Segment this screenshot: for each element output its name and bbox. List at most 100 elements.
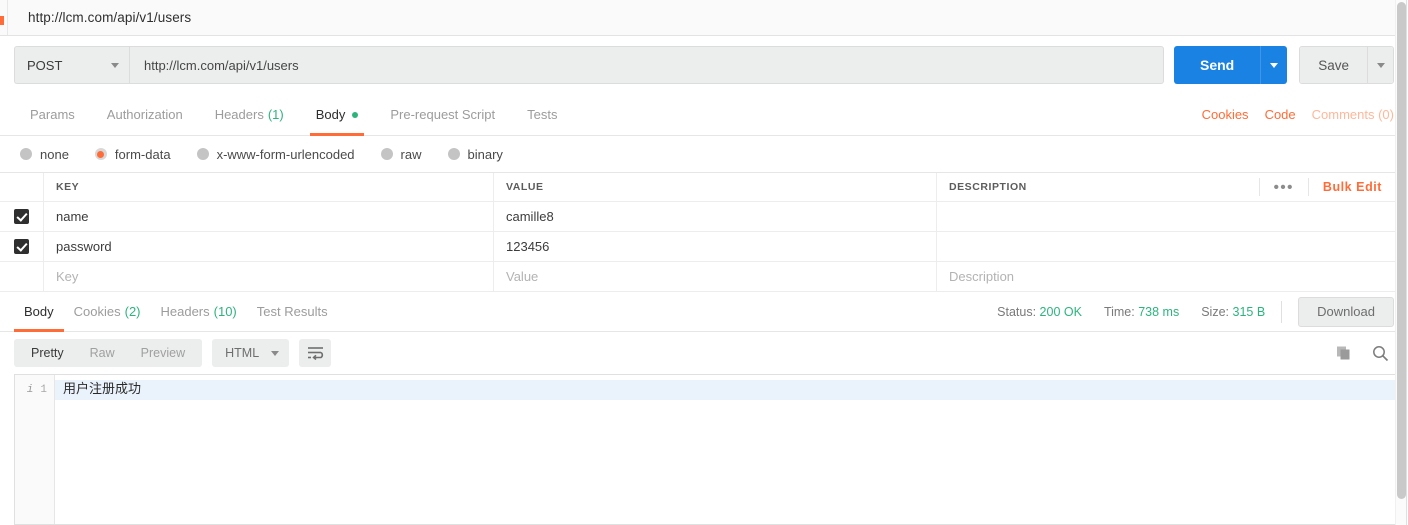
- save-options-button[interactable]: [1367, 47, 1393, 83]
- table-row[interactable]: name camille8: [0, 202, 1408, 232]
- response-tab-headers[interactable]: Headers (10): [151, 292, 247, 332]
- checkbox-checked-icon[interactable]: [14, 239, 29, 254]
- header-description: DESCRIPTION ••• Bulk Edit: [937, 173, 1408, 201]
- size-indicator: Size: 315 B: [1201, 305, 1265, 319]
- row-checkbox-cell[interactable]: [0, 262, 44, 291]
- send-options-button[interactable]: [1260, 46, 1287, 84]
- response-bar: Body Cookies (2) Headers (10) Test Resul…: [0, 292, 1408, 332]
- time-value: 738 ms: [1138, 305, 1179, 319]
- view-mode-pretty[interactable]: Pretty: [18, 339, 77, 367]
- tab-label: Headers: [215, 107, 264, 122]
- tab-count: (2): [125, 304, 141, 319]
- response-tab-body[interactable]: Body: [14, 292, 64, 332]
- row-key-text: password: [56, 239, 112, 254]
- word-wrap-button[interactable]: [299, 339, 331, 367]
- view-mode-preview[interactable]: Preview: [128, 339, 198, 367]
- body-type-radio-group: none form-data x-www-form-urlencoded raw…: [0, 136, 1408, 172]
- tab-label: Authorization: [107, 107, 183, 122]
- code-link[interactable]: Code: [1265, 107, 1296, 122]
- body-type-raw[interactable]: raw: [381, 147, 422, 162]
- request-tab[interactable]: http://lcm.com/api/v1/users: [8, 0, 211, 35]
- scrollbar-thumb[interactable]: [1397, 2, 1406, 499]
- tab-label: Tests: [527, 107, 557, 122]
- table-header-row: KEY VALUE DESCRIPTION ••• Bulk Edit: [0, 173, 1408, 202]
- vertical-scrollbar[interactable]: [1395, 0, 1406, 525]
- tab-body[interactable]: Body: [300, 94, 375, 136]
- body-type-x-www-form-urlencoded[interactable]: x-www-form-urlencoded: [197, 147, 355, 162]
- request-section-tabs: Params Authorization Headers (1) Body Pr…: [0, 94, 1408, 136]
- row-key-cell[interactable]: password: [44, 232, 494, 261]
- divider: [1281, 301, 1282, 323]
- new-value-placeholder: Value: [506, 269, 538, 284]
- radio-icon: [197, 148, 209, 160]
- copy-button[interactable]: [1330, 339, 1358, 367]
- table-row[interactable]: password 123456: [0, 232, 1408, 262]
- row-description-cell[interactable]: [937, 202, 1408, 231]
- checkbox-checked-icon[interactable]: [14, 209, 29, 224]
- chevron-down-icon: [1270, 63, 1278, 68]
- url-input[interactable]: [129, 46, 1164, 84]
- save-button[interactable]: Save: [1300, 47, 1367, 83]
- response-body-editor[interactable]: i 1 用户注册成功: [14, 374, 1408, 525]
- response-format-select[interactable]: HTML: [212, 339, 289, 367]
- response-body-content[interactable]: 用户注册成功: [55, 375, 1408, 524]
- body-type-label: form-data: [115, 147, 171, 162]
- search-icon: [1372, 345, 1389, 362]
- send-button[interactable]: Send: [1174, 46, 1260, 84]
- response-tab-test-results[interactable]: Test Results: [247, 292, 338, 332]
- new-description-cell[interactable]: Description: [937, 262, 1408, 291]
- tab-active-indicator: [0, 0, 8, 35]
- body-type-binary[interactable]: binary: [448, 147, 503, 162]
- tab-label: Headers: [161, 304, 210, 319]
- copy-icon: [1336, 345, 1352, 361]
- cookies-link[interactable]: Cookies: [1202, 107, 1249, 122]
- new-key-placeholder: Key: [56, 269, 78, 284]
- radio-icon: [20, 148, 32, 160]
- header-value: VALUE: [494, 173, 937, 201]
- postman-window: http://lcm.com/api/v1/users POST Send Sa…: [0, 0, 1408, 525]
- tab-params[interactable]: Params: [14, 94, 91, 136]
- new-key-cell[interactable]: Key: [44, 262, 494, 291]
- table-row-empty[interactable]: Key Value Description: [0, 262, 1408, 292]
- body-type-form-data[interactable]: form-data: [95, 147, 171, 162]
- response-tab-cookies[interactable]: Cookies (2): [64, 292, 151, 332]
- line-number-gutter: i 1: [15, 375, 55, 524]
- send-button-group: Send: [1174, 46, 1287, 84]
- body-type-label: x-www-form-urlencoded: [217, 147, 355, 162]
- tab-label: Pre-request Script: [390, 107, 495, 122]
- row-value-cell[interactable]: camille8: [494, 202, 937, 231]
- more-options-icon[interactable]: •••: [1259, 178, 1309, 196]
- row-checkbox-cell[interactable]: [0, 232, 44, 261]
- comments-link[interactable]: Comments (0): [1312, 107, 1394, 122]
- header-checkbox-cell: [0, 173, 44, 201]
- tab-pre-request-script[interactable]: Pre-request Script: [374, 94, 511, 136]
- http-method-select[interactable]: POST: [14, 46, 129, 84]
- response-body-line: 用户注册成功: [55, 380, 1408, 400]
- status-label: Status:: [997, 305, 1036, 319]
- status-value: 200 OK: [1040, 305, 1082, 319]
- header-description-label: DESCRIPTION: [949, 181, 1027, 193]
- row-checkbox-cell[interactable]: [0, 202, 44, 231]
- row-value-cell[interactable]: 123456: [494, 232, 937, 261]
- chevron-down-icon: [111, 63, 119, 68]
- view-mode-segmented-control: Pretty Raw Preview: [14, 339, 202, 367]
- time-label: Time:: [1104, 305, 1135, 319]
- body-type-none[interactable]: none: [20, 147, 69, 162]
- tab-label: Test Results: [257, 304, 328, 319]
- tab-authorization[interactable]: Authorization: [91, 94, 199, 136]
- new-value-cell[interactable]: Value: [494, 262, 937, 291]
- row-key-cell[interactable]: name: [44, 202, 494, 231]
- chevron-down-icon: [271, 351, 279, 356]
- bulk-edit-link[interactable]: Bulk Edit: [1309, 180, 1396, 194]
- tab-count: (10): [214, 304, 237, 319]
- info-marker-icon: i: [27, 384, 34, 396]
- row-description-cell[interactable]: [937, 232, 1408, 261]
- search-button[interactable]: [1366, 339, 1394, 367]
- body-type-label: binary: [468, 147, 503, 162]
- time-indicator: Time: 738 ms: [1104, 305, 1179, 319]
- tab-tests[interactable]: Tests: [511, 94, 573, 136]
- view-mode-raw[interactable]: Raw: [77, 339, 128, 367]
- download-button[interactable]: Download: [1298, 297, 1394, 327]
- row-value-text: 123456: [506, 239, 549, 254]
- tab-headers[interactable]: Headers (1): [199, 94, 300, 136]
